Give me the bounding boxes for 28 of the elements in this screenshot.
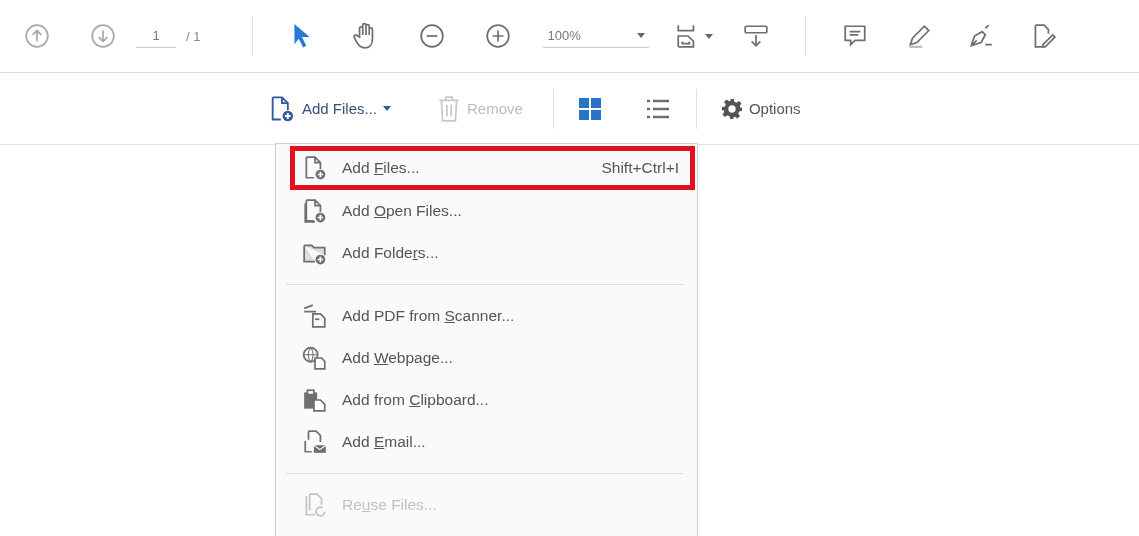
zoom-dropdown[interactable]: 100% xyxy=(543,24,650,48)
scanner-icon xyxy=(302,303,328,329)
settings-icon xyxy=(720,97,743,120)
menu-item[interactable]: Add Files... Shift+Ctrl+I xyxy=(290,146,695,190)
menu-item[interactable]: Add Webpage... xyxy=(290,337,691,379)
ruler-down-arrow-icon[interactable] xyxy=(743,23,770,49)
options-button[interactable]: Options xyxy=(720,97,801,120)
globe-document-icon xyxy=(302,345,328,371)
menu-item[interactable]: Add Open Files... xyxy=(290,190,691,232)
menu-item[interactable]: Add Email... xyxy=(290,421,691,463)
trash-icon xyxy=(437,94,462,123)
page-total: / 1 xyxy=(186,28,201,44)
menu-item[interactable]: Add PDF from Scanner... xyxy=(290,295,691,337)
documents-refresh-icon xyxy=(302,492,328,518)
menu-item[interactable]: Add Folders... xyxy=(290,232,691,274)
pen-nib-icon[interactable] xyxy=(968,23,995,49)
document-plus-icon xyxy=(302,155,328,181)
grid-view-icon[interactable] xyxy=(577,96,602,121)
envelope-icon xyxy=(302,429,328,455)
comment-icon[interactable] xyxy=(842,23,869,49)
menu-item[interactable]: Add from Clipboard... xyxy=(290,379,691,421)
zoom-in-icon[interactable] xyxy=(485,23,512,49)
zoom-out-icon[interactable] xyxy=(419,23,446,49)
clipboard-icon xyxy=(302,387,328,413)
documents-plus-icon xyxy=(302,198,328,224)
highlighter-icon[interactable] xyxy=(906,23,933,49)
page-number-field[interactable]: 1 xyxy=(136,24,176,48)
add-files-button[interactable]: Add Files... xyxy=(268,94,392,123)
